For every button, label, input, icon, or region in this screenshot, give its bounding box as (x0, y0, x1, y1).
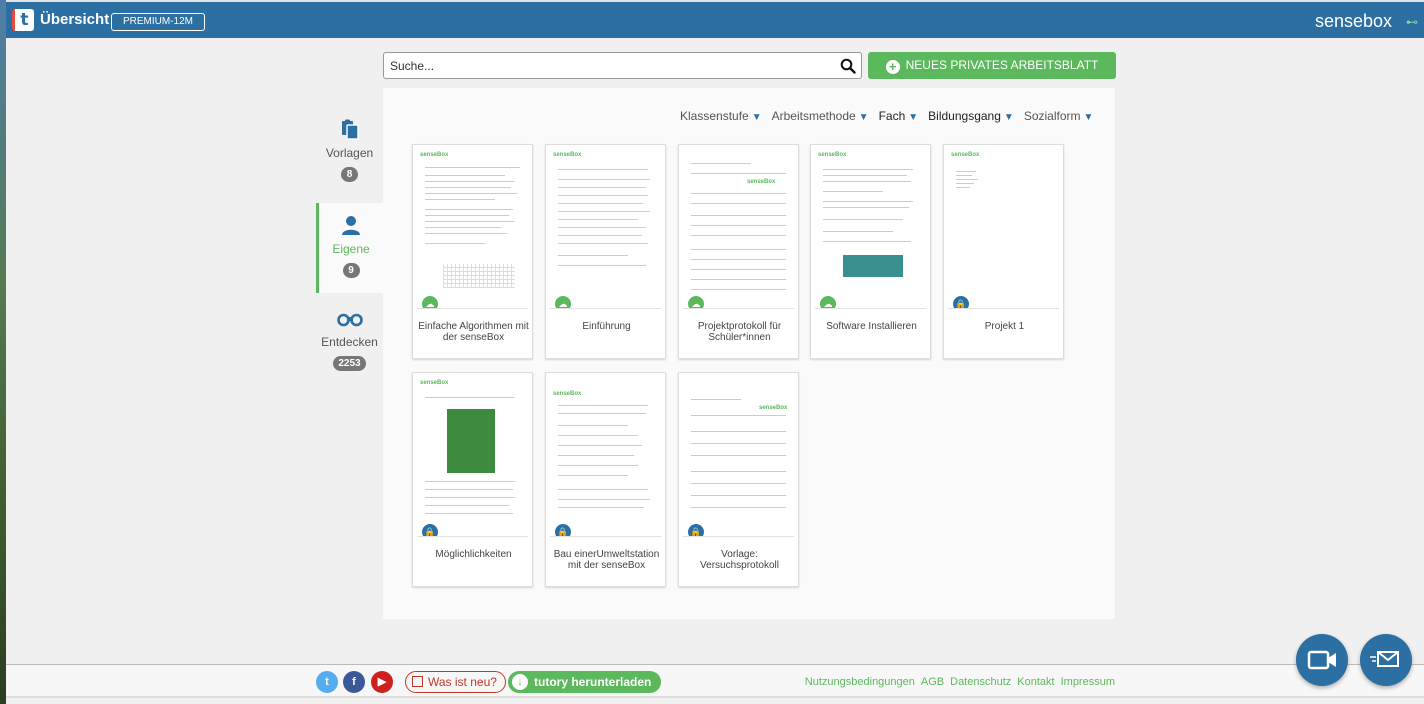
worksheet-thumbnail: senseBox 🔒 (550, 377, 661, 537)
top-bar: t Übersicht PREMIUM-12M sensebox ⊷ (0, 0, 1424, 38)
chevron-down-icon: ▼ (858, 112, 869, 123)
worksheet-card[interactable]: senseBox ☁ Software Installieren (810, 144, 931, 359)
sidebar-item-label: Entdecken (321, 335, 378, 349)
worksheet-title: Möglichlichkeiten (435, 549, 512, 560)
person-icon (342, 216, 360, 235)
desktop-background-edge (0, 0, 6, 704)
footer-links: Nutzungsbedingungen AGB Datenschutz Kont… (805, 676, 1115, 688)
binoculars-icon (336, 313, 363, 327)
worksheet-card[interactable]: senseBox 🔒 Bau einerUmweltstation mit de… (545, 372, 666, 587)
chevron-down-icon: ▼ (751, 112, 762, 123)
download-label: tutory herunterladen (534, 675, 652, 689)
worksheet-thumbnail: senseBox ☁ (683, 149, 794, 309)
video-camera-icon (1307, 650, 1336, 670)
filter-bar: Klassenstufe ▼ Arbeitsmethode ▼ Fach ▼ Bild… (680, 109, 1093, 125)
youtube-icon[interactable]: ▶ (371, 671, 393, 693)
video-call-button[interactable] (1296, 634, 1348, 686)
worksheet-title: Software Installieren (826, 321, 917, 332)
download-icon: ↓ (512, 674, 528, 690)
whats-new-button[interactable]: Was ist neu? (405, 671, 506, 693)
lock-icon: 🔒 (953, 296, 969, 308)
filter-klassenstufe[interactable]: Klassenstufe ▼ (680, 109, 762, 125)
lock-icon: 🔒 (688, 524, 704, 536)
worksheet-title: Vorlage: Versuchsprotokoll (700, 549, 779, 571)
worksheet-card[interactable]: senseBox 🔒 Vorlage: Versuchsprotokoll (678, 372, 799, 587)
worksheet-thumbnail: senseBox ☁ (815, 149, 926, 309)
new-button-label: NEUES PRIVATES ARBEITSBLATT (905, 58, 1099, 72)
chevron-down-icon: ▼ (908, 112, 919, 123)
cloud-icon: ☁ (820, 296, 836, 308)
filter-sozialform[interactable]: Sozialform ▼ (1024, 109, 1094, 125)
sidebar-item-entdecken[interactable]: Entdecken 2253 (316, 309, 383, 389)
link-datenschutz[interactable]: Datenschutz (950, 676, 1011, 688)
worksheet-card[interactable]: senseBox 🔒 Möglichlichkeiten (412, 372, 533, 587)
footer (6, 665, 1424, 698)
facebook-icon[interactable]: f (343, 671, 365, 693)
search-box (383, 52, 862, 79)
sidebar-item-vorlagen[interactable]: Vorlagen 8 (316, 118, 383, 198)
worksheet-thumbnail: senseBox 🔒 (417, 377, 528, 537)
worksheet-title: Projektprotokoll für Schüler*innen (697, 321, 782, 343)
worksheet-thumbnail: senseBox 🔒 (683, 377, 794, 537)
worksheet-card[interactable]: senseBox ☁ Projektprotokoll für Schüler*… (678, 144, 799, 359)
tutory-logo-icon[interactable]: t (12, 9, 34, 31)
sidebar-item-label: Vorlagen (325, 146, 374, 160)
download-tutory-button[interactable]: ↓ tutory herunterladen (508, 671, 662, 693)
worksheet-card[interactable]: senseBox 🔒 Projekt 1 (943, 144, 1064, 359)
link-impressum[interactable]: Impressum (1061, 676, 1115, 688)
plan-badge: PREMIUM-12M (111, 13, 206, 31)
chevron-down-icon: ▼ (1083, 112, 1094, 123)
gift-icon (412, 676, 423, 687)
filter-fach[interactable]: Fach ▼ (879, 109, 919, 125)
worksheet-thumbnail: senseBox 🔒 (948, 149, 1059, 309)
worksheet-title: Einfache Algorithmen mit der senseBox (418, 321, 529, 343)
plus-icon: + (885, 60, 900, 74)
cloud-icon: ☁ (422, 296, 438, 308)
count-badge: 2253 (333, 356, 366, 371)
lock-icon: 🔒 (422, 524, 438, 536)
whats-new-label: Was ist neu? (428, 675, 497, 689)
search-input[interactable] (384, 53, 824, 78)
worksheet-thumbnail: senseBox ☁ (550, 149, 661, 309)
link-agb[interactable]: AGB (921, 676, 944, 688)
worksheet-title: Einführung (582, 321, 631, 332)
worksheet-card[interactable]: senseBox ☁ Einführung (545, 144, 666, 359)
new-private-worksheet-button[interactable]: + NEUES PRIVATES ARBEITSBLATT (868, 52, 1116, 79)
link-nutzungsbedingungen[interactable]: Nutzungsbedingungen (805, 676, 915, 688)
clipboard-icon (341, 119, 359, 140)
worksheet-title: Bau einerUmweltstation mit der senseBox (553, 549, 660, 571)
count-badge: 8 (341, 167, 358, 182)
worksheet-card[interactable]: senseBox ☁ Einfache Algorithmen mit der … (412, 144, 533, 359)
search-icon[interactable] (840, 58, 856, 74)
sidebar-item-label: Eigene (332, 242, 370, 256)
twitter-icon[interactable]: t (316, 671, 338, 693)
cloud-icon: ☁ (688, 296, 704, 308)
lock-icon: 🔒 (555, 524, 571, 536)
envelope-icon (1370, 651, 1399, 667)
page-title: Übersicht (40, 11, 110, 28)
chevron-down-icon: ▼ (1003, 112, 1014, 123)
filter-bildungsgang[interactable]: Bildungsgang ▼ (928, 109, 1014, 125)
count-badge: 9 (342, 263, 360, 278)
sidebar-item-eigene[interactable]: Eigene 9 (316, 203, 383, 293)
worksheet-title: Projekt 1 (984, 321, 1025, 332)
cloud-icon: ☁ (555, 296, 571, 308)
brand-name: sensebox (1314, 11, 1392, 31)
link-kontakt[interactable]: Kontakt (1017, 676, 1054, 688)
message-button[interactable] (1360, 634, 1412, 686)
worksheet-thumbnail: senseBox ☁ (417, 149, 528, 309)
filter-arbeitsmethode[interactable]: Arbeitsmethode ▼ (772, 109, 869, 125)
brand-mark-icon: ⊷ (1406, 15, 1418, 29)
